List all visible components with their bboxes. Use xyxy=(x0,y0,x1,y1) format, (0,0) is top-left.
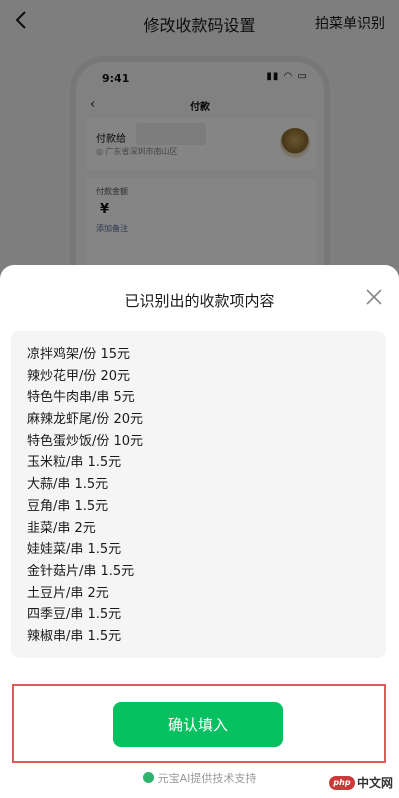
ai-support-text: 元宝AI提供技术支持 xyxy=(157,772,257,785)
watermark-text: 中文网 xyxy=(356,776,393,790)
watermark-badge: php xyxy=(328,775,355,790)
list-item: 辣椒串/串 1.5元 xyxy=(27,628,122,644)
list-item: 娃娃菜/串 1.5元 xyxy=(27,542,122,558)
confirm-fill-button[interactable]: 确认填入 xyxy=(113,702,283,747)
recognized-items-box[interactable]: 凉拌鸡架/份 15元 辣炒花甲/份 20元 特色牛肉串/串 5元 麻辣龙虾尾/份 20… xyxy=(11,331,386,658)
list-item: 四季豆/串 1.5元 xyxy=(27,607,122,623)
list-item: 豆角/串 1.5元 xyxy=(27,498,109,514)
list-item: 玉米粒/串 1.5元 xyxy=(27,455,122,471)
list-item: 土豆片/串 2元 xyxy=(27,585,109,601)
list-item: 大蒜/串 1.5元 xyxy=(27,477,109,493)
list-item: 金针菇片/串 1.5元 xyxy=(27,563,135,579)
list-item: 韭菜/串 2元 xyxy=(27,520,96,536)
recognized-items-list: 凉拌鸡架/份 15元 辣炒花甲/份 20元 特色牛肉串/串 5元 麻辣龙虾尾/份 20… xyxy=(11,331,386,648)
list-item: 辣炒花甲/份 20元 xyxy=(27,368,131,384)
yuanbao-logo-icon xyxy=(142,772,154,783)
close-icon[interactable] xyxy=(365,288,383,306)
recognized-items-sheet: 已识别出的收款项内容 凉拌鸡架/份 15元 辣炒花甲/份 20元 特色牛肉串/串 5… xyxy=(0,265,399,798)
list-item: 麻辣龙虾尾/份 20元 xyxy=(27,412,144,428)
list-item: 特色牛肉串/串 5元 xyxy=(27,390,135,406)
list-item: 凉拌鸡架/份 15元 xyxy=(27,347,131,362)
sheet-title: 已识别出的收款项内容 xyxy=(124,292,275,310)
list-item: 特色蛋炒饭/份 10元 xyxy=(27,433,144,449)
site-watermark: php 中文网 xyxy=(328,774,393,792)
